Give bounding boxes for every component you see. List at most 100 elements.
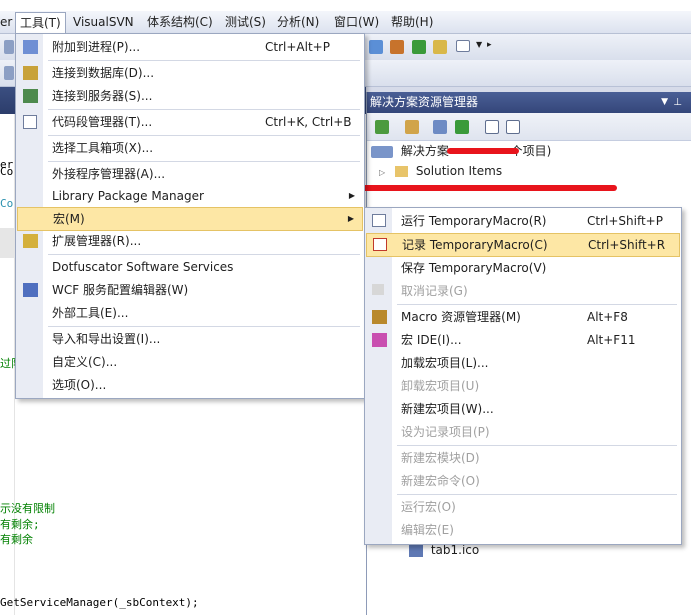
snippet-icon [23,115,37,129]
submenu-arrow-icon: ▶ [347,214,354,223]
menu-item-label: WCF 服务配置编辑器(W) [52,283,189,297]
menu-separator [48,161,360,162]
menu-item-label: 新建宏命令(O) [401,474,480,488]
menu-item-label: 取消记录(G) [401,284,468,298]
solution-explorer-toolbar [367,113,691,141]
properties-icon[interactable] [375,120,389,134]
menu-item-addin-manager[interactable]: 外接程序管理器(A)... [17,163,363,185]
tree-node-solution-items[interactable]: ▷ Solution Items [379,162,502,180]
submenu-arrow-icon: ▶ [348,191,355,200]
menu-item-label: 代码段管理器(T)... [52,115,153,129]
submenu-item-new-macro-command[interactable]: 新建宏命令(O) [366,470,680,492]
refresh-icon[interactable] [433,120,447,134]
submenu-item-set-recording-project[interactable]: 设为记录项目(P) [366,421,680,443]
menu-item-partial[interactable]: er [0,14,12,30]
database-icon [23,66,38,80]
solution-explorer-title: 解决方案资源管理器 [370,95,479,109]
submenu-item-record-temporary-macro[interactable]: 记录 TemporaryMacro(C) Ctrl+Shift+R [366,233,680,257]
menu-item-extension-manager[interactable]: 扩展管理器(R)... [17,230,363,252]
menu-item-attach-to-process[interactable]: 附加到进程(P)... Ctrl+Alt+P [17,36,363,58]
menu-item-choose-toolbox-items[interactable]: 选择工具箱项(X)... [17,137,363,159]
file-icon [409,544,423,557]
submenu-item-new-macro-project[interactable]: 新建宏项目(W)... [366,398,680,420]
view-designer-icon[interactable] [485,120,499,134]
show-all-files-icon[interactable] [405,120,419,134]
redaction-mark [361,185,617,191]
solution-icon [371,145,393,158]
menu-item-label: Library Package Manager [52,189,204,203]
submenu-item-load-macro-project[interactable]: 加载宏项目(L)... [366,352,680,374]
submenu-item-edit-macro[interactable]: 编辑宏(E) [366,519,680,541]
submenu-item-cancel-recording[interactable]: 取消记录(G) [366,280,680,302]
submenu-item-run-macro[interactable]: 运行宏(O) [366,496,680,518]
menu-item-connect-database[interactable]: 连接到数据库(D)... [17,62,363,84]
menu-tools[interactable]: 工具(T) [15,12,66,33]
menu-separator [48,109,360,110]
menu-item-label: 导入和导出设置(I)... [52,332,161,346]
menu-visualsvn[interactable]: VisualSVN [73,14,134,30]
menu-analyze[interactable]: 分析(N) [277,14,319,30]
menu-item-label: 记录 TemporaryMacro(C) [402,238,548,252]
code-comment: 有剩余; [0,518,40,531]
submenu-item-new-macro-module[interactable]: 新建宏模块(D) [366,447,680,469]
menu-item-import-export-settings[interactable]: 导入和导出设置(I)... [17,328,363,350]
menu-item-shortcut: Alt+F8 [587,310,628,324]
window-position-icon[interactable]: ▼ [661,92,668,113]
menu-item-label: 附加到进程(P)... [52,40,141,54]
menu-item-customize[interactable]: 自定义(C)... [17,351,363,373]
menu-item-label: 运行宏(O) [401,500,456,514]
view-code-icon[interactable] [455,120,469,134]
run-macro-icon [372,214,386,227]
pin-icon[interactable]: ⊥ [673,92,682,113]
menu-item-shortcut: Ctrl+K, Ctrl+B [265,115,352,129]
menu-item-external-tools[interactable]: 外部工具(E)... [17,302,363,324]
menu-item-label: 外接程序管理器(A)... [52,167,166,181]
menu-window[interactable]: 窗口(W) [334,14,379,30]
tools-dropdown-menu: 附加到进程(P)... Ctrl+Alt+P 连接到数据库(D)... 连接到服… [15,33,365,399]
menu-separator [48,326,360,327]
tools-icon[interactable] [390,40,404,54]
macros-submenu: 运行 TemporaryMacro(R) Ctrl+Shift+P 记录 Tem… [364,207,682,545]
menu-item-label: Dotfuscator Software Services [52,260,234,274]
menu-item-connect-server[interactable]: 连接到服务器(S)... [17,85,363,107]
dropdown-arrow-icon[interactable]: ▼ [476,40,482,49]
submenu-item-save-temporary-macro[interactable]: 保存 TemporaryMacro(V) [366,257,680,279]
menu-item-label: 外部工具(E)... [52,306,129,320]
menu-item-dotfuscator[interactable]: Dotfuscator Software Services [17,256,363,278]
redaction-mark [447,148,519,154]
submenu-item-macro-explorer[interactable]: Macro 资源管理器(M) Alt+F8 [366,306,680,328]
code-line: GetServiceManager(_sbContext); [0,596,199,609]
toolbox-icon[interactable] [433,40,447,54]
toolbar-overflow-icon[interactable]: ▸ [487,40,492,50]
menu-item-label: 运行 TemporaryMacro(R) [401,214,547,228]
server-icon [23,89,38,103]
submenu-item-run-temporary-macro[interactable]: 运行 TemporaryMacro(R) Ctrl+Shift+P [366,210,680,232]
submenu-item-macro-ide[interactable]: 宏 IDE(I)... Alt+F11 [366,329,680,351]
code-line: Co [0,197,14,210]
menu-test[interactable]: 测试(S) [225,14,266,30]
menu-help[interactable]: 帮助(H) [391,14,433,30]
wcf-icon [23,283,38,297]
macro-explorer-icon [372,310,387,324]
menu-separator [48,60,360,61]
menu-item-code-snippets[interactable]: 代码段管理器(T)... Ctrl+K, Ctrl+B [17,111,363,133]
menu-item-label: 自定义(C)... [52,355,118,369]
menu-item-shortcut: Ctrl+Shift+P [587,214,663,228]
command-window-icon[interactable] [456,40,470,52]
menu-architecture[interactable]: 体系结构(C) [147,14,213,30]
solution-items-label: Solution Items [415,164,503,178]
record-macro-icon [373,238,387,251]
menu-item-wcf-config-editor[interactable]: WCF 服务配置编辑器(W) [17,279,363,301]
expand-arrow-icon[interactable]: ▷ [379,168,385,177]
menu-separator [397,304,677,305]
menu-item-label: 选项(O)... [52,378,107,392]
submenu-item-unload-macro-project[interactable]: 卸载宏项目(U) [366,375,680,397]
menu-item-library-package-manager[interactable]: Library Package Manager ▶ [17,185,363,207]
class-diagram-icon[interactable] [506,120,520,134]
menu-separator [397,494,677,495]
menu-item-shortcut: Ctrl+Shift+R [588,238,666,252]
menu-item-macros[interactable]: 宏(M) ▶ [17,207,363,231]
properties-icon[interactable] [369,40,383,54]
object-browser-icon[interactable] [412,40,426,54]
menu-item-options[interactable]: 选项(O)... [17,374,363,396]
